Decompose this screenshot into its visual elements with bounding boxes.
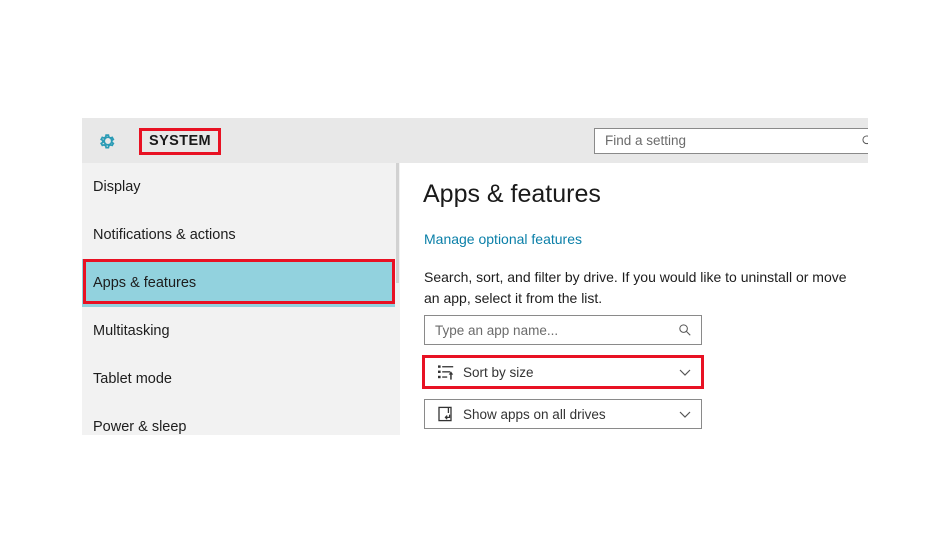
sidebar-item-power-sleep[interactable]: Power & sleep [82,403,395,435]
sidebar: Display Notifications & actions Apps & f… [82,163,400,435]
app-search-input[interactable]: Type an app name... [424,315,702,345]
gear-icon[interactable] [96,129,120,153]
app-header: SYSTEM Find a setting [82,118,868,163]
search-icon[interactable] [678,323,692,337]
sidebar-item-apps-features[interactable]: Apps & features [82,259,395,307]
sidebar-item-tablet-mode[interactable]: Tablet mode [82,355,395,403]
sidebar-item-display[interactable]: Display [82,163,395,211]
sidebar-item-label: Tablet mode [93,371,172,387]
sidebar-item-label: Notifications & actions [93,227,236,243]
screenshot-root: SYSTEM Find a setting Display Notificati… [0,0,950,550]
sidebar-item-label: Apps & features [93,275,197,291]
sort-by-dropdown[interactable]: Sort by size [424,357,702,387]
sidebar-item-label: Multitasking [93,323,170,339]
content-pane: Apps & features Manage optional features… [400,163,868,435]
chevron-down-icon[interactable] [678,365,692,379]
content-description: Search, sort, and filter by drive. If yo… [424,269,847,306]
app-body: Display Notifications & actions Apps & f… [82,163,868,435]
sidebar-item-label: Display [93,179,141,195]
chevron-down-icon[interactable] [678,407,692,421]
show-apps-on-drives-dropdown[interactable]: Show apps on all drives [424,399,702,429]
content-title: Apps & features [423,180,601,208]
sort-ascending-icon [437,363,455,381]
app-search-placeholder: Type an app name... [435,322,559,338]
find-setting-placeholder: Find a setting [605,133,687,148]
sidebar-item-label: Power & sleep [93,419,187,435]
sidebar-item-notifications-actions[interactable]: Notifications & actions [82,211,395,259]
page-title: SYSTEM [138,128,222,155]
show-apps-on-drives-label: Show apps on all drives [463,406,606,422]
search-icon[interactable] [861,133,868,149]
manage-optional-features-link[interactable]: Manage optional features [424,231,582,247]
sidebar-scrollbar-thumb[interactable] [396,163,399,283]
find-setting-input[interactable]: Find a setting [594,128,868,154]
sidebar-item-multitasking[interactable]: Multitasking [82,307,395,355]
sort-by-label: Sort by size [463,364,534,380]
settings-window: SYSTEM Find a setting Display Notificati… [82,118,868,435]
drive-icon [437,405,455,423]
